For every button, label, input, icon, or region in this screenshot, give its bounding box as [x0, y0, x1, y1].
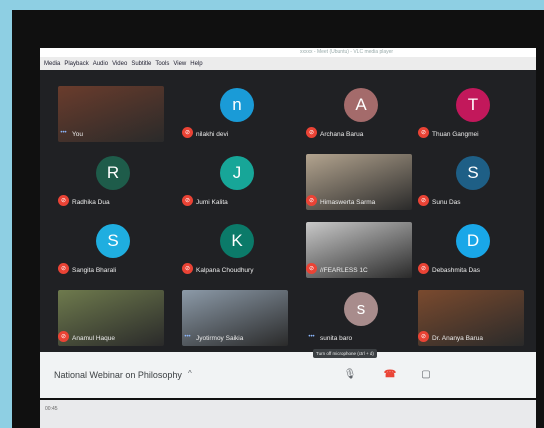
speaking-icon: ••• [60, 129, 67, 136]
speaking-icon: ••• [184, 333, 191, 340]
mic-muted-icon: ⊘ [182, 195, 193, 206]
participant-tile[interactable]: D ⊘ Debashmita Das [412, 220, 530, 280]
mic-muted-icon: ⊘ [306, 195, 317, 206]
participant-tile[interactable]: ⊘ Dr. Ananya Barua [412, 288, 530, 348]
menu-item-playback[interactable]: Playback [64, 61, 88, 67]
chevron-up-icon[interactable]: ^ [188, 369, 192, 378]
participant-name: Debashmita Das [432, 267, 481, 274]
participant-name: Anamul Haque [72, 335, 115, 342]
avatar: J [220, 156, 254, 190]
participant-tile[interactable]: S ⊘ Sangita Bharali [52, 220, 170, 280]
avatar: n [220, 88, 254, 122]
wall-background-top [0, 0, 544, 10]
microphone-icon[interactable]: 🎙 [342, 366, 358, 382]
participant-tile[interactable]: ⊘ Himaswerta Sarma [300, 152, 418, 212]
participant-tile[interactable]: ••• Jyotirmoy Saikia [176, 288, 294, 348]
mic-muted-icon: ⊘ [306, 127, 317, 138]
menu-item-video[interactable]: Video [112, 61, 127, 67]
participant-tile[interactable]: ••• You [52, 84, 170, 144]
participant-name: sunita baro [320, 335, 353, 342]
avatar: S [456, 156, 490, 190]
avatar: s [344, 292, 378, 326]
mic-muted-icon: ⊘ [418, 127, 429, 138]
wall-background [0, 0, 12, 428]
participant-name: Thuan Gangmei [432, 131, 479, 138]
participant-name: Archana Barua [320, 131, 364, 138]
mic-muted-icon: ⊘ [306, 263, 317, 274]
mic-muted-icon: ⊘ [58, 195, 69, 206]
elapsed-time: 00:45 [45, 406, 58, 412]
avatar: R [96, 156, 130, 190]
participant-tile[interactable]: J ⊘ Jumi Kalita [176, 152, 294, 212]
laptop-screen: xxxxx - Meet (Ubuntu) - VLC media player… [40, 48, 536, 398]
participant-name: Kalpana Choudhury [196, 267, 254, 274]
mic-muted-icon: ⊘ [58, 263, 69, 274]
avatar: S [96, 224, 130, 258]
camera-icon[interactable]: ▢ [418, 366, 434, 382]
avatar: K [220, 224, 254, 258]
participant-tile[interactable]: R ⊘ Radhika Dua [52, 152, 170, 212]
meet-bottom-bar: National Webinar on Philosophy ^ 🎙 ☎ ▢ [40, 352, 536, 398]
participant-tile[interactable]: ⊘ Anamul Haque [52, 288, 170, 348]
participant-tile[interactable]: s ••• sunita baro [300, 288, 418, 348]
participant-tile[interactable]: T ⊘ Thuan Gangmei [412, 84, 530, 144]
mic-muted-icon: ⊘ [58, 331, 69, 342]
participant-tile[interactable]: ⊘//FEARLESS 1C [300, 220, 418, 280]
avatar: D [456, 224, 490, 258]
menu-item-audio[interactable]: Audio [93, 61, 108, 67]
mic-muted-icon: ⊘ [182, 127, 193, 138]
participant-name: Himaswerta Sarma [320, 199, 376, 206]
vlc-menubar: Media Playback Audio Video Subtitle Tools View… [40, 57, 536, 70]
participant-name: Jumi Kalita [196, 199, 228, 206]
participant-name: Jyotirmoy Saikia [196, 335, 244, 342]
mic-muted-icon: ⊘ [418, 331, 429, 342]
participant-name: Sunu Das [432, 199, 461, 206]
participant-name: Dr. Ananya Barua [432, 335, 483, 342]
menu-item-media[interactable]: Media [44, 61, 60, 67]
mic-muted-icon: ⊘ [182, 263, 193, 274]
participant-name: Sangita Bharali [72, 267, 117, 274]
participant-name: You [72, 131, 83, 138]
participant-tile[interactable]: n ⊘ nilakhi devi [176, 84, 294, 144]
participant-name: //FEARLESS 1C [320, 267, 368, 274]
vlc-titlebar: xxxxx - Meet (Ubuntu) - VLC media player [40, 48, 536, 57]
participant-name: Radhika Dua [72, 199, 110, 206]
menu-item-view[interactable]: View [173, 61, 186, 67]
mic-muted-icon: ⊘ [418, 195, 429, 206]
meeting-title[interactable]: National Webinar on Philosophy [54, 370, 182, 380]
participant-name: nilakhi devi [196, 131, 229, 138]
window-title: xxxxx - Meet (Ubuntu) - VLC media player [300, 49, 394, 55]
menu-item-help[interactable]: Help [190, 61, 202, 67]
speaking-icon: ••• [308, 333, 315, 340]
end-call-icon[interactable]: ☎ [382, 366, 398, 382]
vlc-controls: 00:45 [40, 400, 536, 428]
participant-tile[interactable]: K ⊘ Kalpana Choudhury [176, 220, 294, 280]
meet-participant-grid: ••• You n ⊘ nilakhi devi A ⊘ Archana Barua T ⊘ Thu… [40, 70, 536, 352]
menu-item-subtitle[interactable]: Subtitle [131, 61, 151, 67]
menu-item-tools[interactable]: Tools [155, 61, 169, 67]
avatar: T [456, 88, 490, 122]
mic-muted-icon: ⊘ [418, 263, 429, 274]
participant-tile[interactable]: A ⊘ Archana Barua [300, 84, 418, 144]
mic-tooltip: Turn off microphone (ctrl + d) [313, 349, 377, 358]
participant-tile[interactable]: S ⊘ Sunu Das [412, 152, 530, 212]
avatar: A [344, 88, 378, 122]
